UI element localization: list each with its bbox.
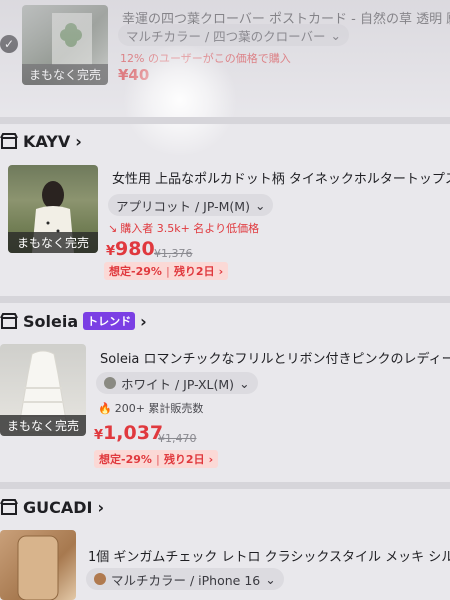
price-insight-text: 購入者 3.5k+ 名より低価格 bbox=[120, 222, 260, 235]
sales-count-note: 🔥 200+ 累計販売数 bbox=[98, 400, 203, 416]
current-price: ¥1,037 bbox=[94, 422, 163, 444]
section-divider bbox=[0, 117, 450, 124]
variant-label: アプリコット / JP-M(M) bbox=[116, 198, 250, 214]
chevron-down-icon: ⌄ bbox=[239, 375, 250, 391]
price-value: 980 bbox=[115, 238, 155, 260]
chevron-down-icon: ⌄ bbox=[265, 571, 276, 587]
separator: | bbox=[155, 452, 160, 466]
variant-selector[interactable]: アプリコット / JP-M(M) ⌄ bbox=[108, 194, 274, 216]
sold-out-soon-label: まもなく完売 bbox=[0, 415, 86, 436]
phone-case-image bbox=[17, 535, 59, 600]
store-name: GUCADI bbox=[23, 497, 93, 517]
product-thumbnail[interactable]: まもなく完売 bbox=[22, 5, 108, 85]
price-partial: ¥40 bbox=[118, 66, 149, 84]
price-insight-note: ↘ 購入者 3.5k+ 名より低価格 bbox=[108, 220, 259, 236]
variant-selector[interactable]: マルチカラー / 四つ葉のクローバー ⌄ bbox=[118, 24, 350, 46]
flame-icon: 🔥 bbox=[98, 401, 112, 415]
cart-page: まもなく完売 ✓ 幸運の四つ葉クローバー ポストカード - 自然の草 透明 願い… bbox=[0, 0, 450, 600]
sold-out-soon-label: まもなく完売 bbox=[22, 64, 108, 85]
chevron-right-icon: › bbox=[97, 497, 105, 517]
color-swatch bbox=[104, 377, 116, 389]
sales-count-text: 200+ 累計販売数 bbox=[114, 402, 204, 415]
store-icon bbox=[0, 133, 18, 149]
variant-label: マルチカラー / 四つ葉のクローバー bbox=[126, 28, 326, 44]
purchase-note-text: 12% のユーザーがこの価格で購入 bbox=[120, 52, 291, 65]
chevron-right-icon: › bbox=[218, 264, 224, 278]
sold-out-soon-label: まもなく完売 bbox=[8, 232, 98, 253]
chevron-down-icon: ⌄ bbox=[254, 197, 266, 213]
store-name: KAYV bbox=[23, 131, 71, 151]
currency-symbol: ¥ bbox=[106, 244, 116, 259]
variant-selector[interactable]: マルチカラー / iPhone 16 ⌄ bbox=[86, 568, 284, 590]
variant-selector[interactable]: ホワイト / JP-XL(M) ⌄ bbox=[96, 372, 258, 394]
original-price: ¥1,470 bbox=[158, 432, 197, 445]
section-divider bbox=[0, 482, 450, 489]
store-name: Soleia bbox=[23, 311, 79, 331]
discount-text: 想定-29% bbox=[109, 265, 162, 278]
price-value: 1,037 bbox=[103, 422, 164, 444]
chevron-down-icon: ⌄ bbox=[330, 27, 342, 43]
chevron-right-icon: › bbox=[140, 311, 147, 331]
remaining-days-text: 残り2日 bbox=[163, 453, 205, 466]
discount-text: 想定-29% bbox=[99, 453, 152, 466]
store-header-soleia[interactable]: Soleia トレンド › bbox=[0, 310, 147, 332]
original-price: ¥1,376 bbox=[154, 247, 193, 260]
discount-badge[interactable]: 想定-29% | 残り2日 › bbox=[94, 450, 219, 468]
trend-badge: トレンド bbox=[83, 312, 136, 330]
store-icon bbox=[0, 313, 18, 329]
product-thumbnail[interactable] bbox=[0, 530, 76, 600]
store-header-gucadi[interactable]: GUCADI › bbox=[0, 496, 104, 518]
product-title[interactable]: 女性用 上品なポルカドット柄 タイネックホルタートップス 夏 bbox=[112, 168, 450, 187]
discount-badge[interactable]: 想定-29% | 残り2日 › bbox=[104, 262, 229, 280]
section-divider bbox=[0, 296, 450, 303]
variant-label: ホワイト / JP-XL(M) bbox=[121, 376, 235, 392]
selected-check-icon[interactable]: ✓ bbox=[0, 35, 18, 53]
store-header-kayv[interactable]: KAYV › bbox=[0, 130, 82, 152]
product-thumbnail[interactable]: まもなく完売 bbox=[0, 344, 86, 436]
product-title[interactable]: 1個 ギンガムチェック レトロ クラシックスタイル メッキ シル bbox=[88, 546, 450, 565]
remaining-days-text: 残り2日 bbox=[173, 265, 215, 278]
purchase-note: 12% のユーザーがこの価格で購入 bbox=[120, 50, 291, 66]
chevron-right-icon: › bbox=[208, 452, 214, 466]
product-title[interactable]: Soleia ロマンチックなフリルとリボン付きピンクのレディース bbox=[100, 348, 450, 367]
separator: | bbox=[165, 264, 170, 278]
product-thumbnail[interactable]: まもなく完売 bbox=[8, 165, 98, 253]
current-price: ¥980 bbox=[106, 238, 155, 260]
store-icon bbox=[0, 499, 18, 515]
currency-symbol: ¥ bbox=[94, 428, 104, 443]
price-partial-value: ¥40 bbox=[118, 66, 150, 84]
color-swatch bbox=[94, 573, 106, 585]
variant-label: マルチカラー / iPhone 16 bbox=[111, 572, 261, 588]
chevron-right-icon: › bbox=[75, 131, 82, 151]
trend-down-icon: ↘ bbox=[108, 221, 118, 235]
